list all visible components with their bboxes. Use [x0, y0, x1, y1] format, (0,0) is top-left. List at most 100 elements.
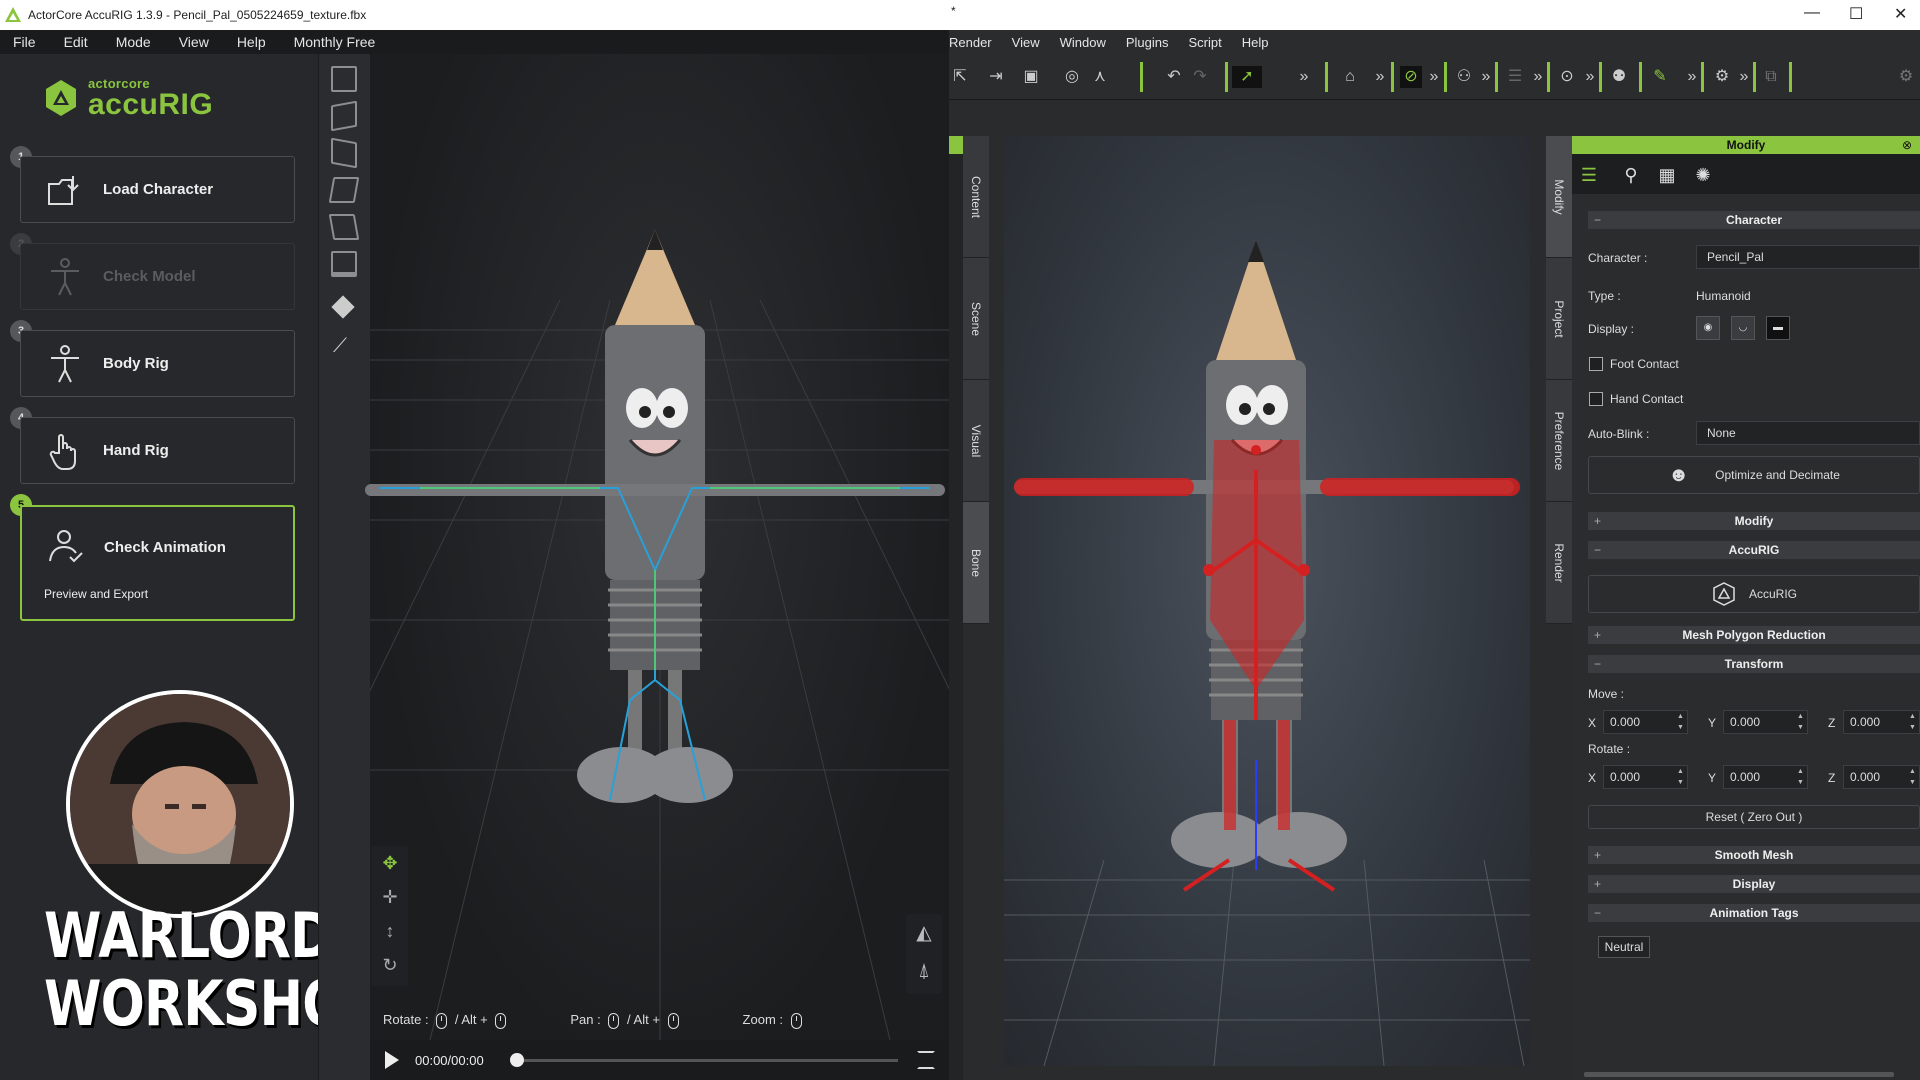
play-circle-icon[interactable]: ⊙	[1556, 66, 1578, 88]
sliders-icon[interactable]: ☰	[1578, 164, 1600, 186]
motion-figure-icon[interactable]: ⚲	[1620, 164, 1642, 186]
panel-horizontal-scrollbar[interactable]	[1584, 1072, 1894, 1077]
section-display[interactable]: + Display	[1588, 875, 1920, 893]
menu-render[interactable]: Render	[949, 35, 1002, 50]
mirror-icon[interactable]: ◭	[906, 914, 942, 952]
menu-help[interactable]: Help	[223, 34, 280, 50]
move-z-field[interactable]: 0.000	[1843, 710, 1920, 734]
pose-icon[interactable]: ⍋	[906, 952, 942, 990]
section-transform[interactable]: − Transform	[1588, 655, 1920, 673]
tab-modify[interactable]: Modify	[1546, 136, 1572, 258]
home-icon[interactable]: ⌂	[1339, 66, 1361, 88]
list-icon[interactable]: ☰	[1504, 66, 1526, 88]
timeline-knob[interactable]	[510, 1053, 524, 1067]
more-icon[interactable]: »	[1527, 66, 1549, 88]
gear-icon[interactable]: ⚙	[1895, 66, 1917, 88]
reset-view-icon[interactable]: ↻	[372, 948, 408, 982]
play-icon[interactable]	[385, 1051, 399, 1069]
menu-script[interactable]: Script	[1178, 35, 1231, 50]
menu-mode[interactable]: Mode	[102, 34, 165, 50]
collapse-icon[interactable]: −	[1594, 904, 1601, 922]
people-icon[interactable]: ⚉	[1608, 66, 1630, 88]
menu-monthly-free[interactable]: Monthly Free	[280, 34, 390, 50]
maximize-icon[interactable]: ☐	[1849, 4, 1863, 24]
display-eye-icon[interactable]: ◉	[1696, 316, 1720, 340]
tab-content[interactable]: Content	[963, 136, 989, 258]
screenshot-icon[interactable]: ▣	[1020, 66, 1042, 88]
tab-project[interactable]: Project	[1546, 258, 1572, 380]
view-bottom-icon[interactable]	[328, 214, 360, 240]
menu-window[interactable]: Window	[1050, 35, 1116, 50]
rotate-z-field[interactable]: 0.000	[1843, 765, 1920, 789]
step-body-rig[interactable]: Body Rig	[20, 330, 295, 397]
foot-contact-checkbox[interactable]	[1589, 357, 1603, 371]
motion-icon[interactable]: ✎	[1649, 66, 1671, 88]
view-top-icon[interactable]	[328, 177, 360, 203]
menu-view[interactable]: View	[1002, 35, 1050, 50]
collapse-icon[interactable]: −	[1594, 541, 1601, 559]
orbit-tool-icon[interactable]: ✥	[372, 846, 408, 880]
clone-icon[interactable]: ⧉	[1760, 66, 1782, 88]
tab-visual[interactable]: Visual	[963, 380, 989, 502]
expand-icon[interactable]: +	[1594, 875, 1601, 893]
tab-preference[interactable]: Preference	[1546, 380, 1572, 502]
display-mesh-icon[interactable]: ◡	[1731, 316, 1755, 340]
timeline-track[interactable]	[518, 1059, 898, 1062]
undo-icon[interactable]: ↶	[1163, 66, 1185, 88]
step-hand-rig[interactable]: Hand Rig	[20, 417, 295, 484]
bone-tool-icon[interactable]: ⟋	[333, 336, 353, 356]
more-icon[interactable]: »	[1293, 66, 1315, 88]
view-left-icon[interactable]	[331, 100, 357, 132]
tab-bone[interactable]: Bone	[963, 502, 989, 624]
more-icon[interactable]: »	[1681, 66, 1703, 88]
select-arrow-icon[interactable]: ➚	[1232, 66, 1262, 88]
more-icon[interactable]: »	[1579, 66, 1601, 88]
group-icon[interactable]: ⚇	[1453, 66, 1475, 88]
expand-icon[interactable]: +	[1594, 846, 1601, 864]
bone-select-icon[interactable]: ⊘	[1400, 66, 1422, 88]
hand-contact-checkbox[interactable]	[1589, 392, 1603, 406]
move-x-field[interactable]: 0.000	[1603, 710, 1688, 734]
tab-scene[interactable]: Scene	[963, 258, 989, 380]
panel-close-icon[interactable]: ⊗	[1902, 136, 1912, 154]
collapse-icon[interactable]: −	[1594, 655, 1601, 673]
section-mesh-reduction[interactable]: + Mesh Polygon Reduction	[1588, 626, 1920, 644]
expand-icon[interactable]: +	[1594, 626, 1601, 644]
more-icon[interactable]: »	[1423, 66, 1445, 88]
redo-icon[interactable]: ↷	[1189, 66, 1211, 88]
minimize-icon[interactable]: —	[1804, 4, 1820, 22]
close-icon[interactable]: ✕	[1894, 4, 1907, 24]
character-name-field[interactable]: Pencil_Pal	[1696, 245, 1920, 269]
export-icon[interactable]: ⇱	[949, 66, 971, 88]
fullscreen-icon[interactable]	[917, 1051, 935, 1069]
pose-tool-icon[interactable]: ⋏	[1089, 66, 1111, 88]
view-front-icon[interactable]	[331, 66, 357, 92]
autoblink-select[interactable]: None	[1696, 421, 1920, 445]
menu-view[interactable]: View	[165, 34, 223, 50]
view-back-icon[interactable]	[331, 251, 357, 277]
reset-zero-out-button[interactable]: Reset ( Zero Out )	[1588, 805, 1920, 829]
more-icon[interactable]: »	[1733, 66, 1755, 88]
more-icon[interactable]: »	[1475, 66, 1497, 88]
vertical-move-icon[interactable]: ↕	[372, 914, 408, 948]
section-animation-tags[interactable]: − Animation Tags	[1588, 904, 1920, 922]
expand-icon[interactable]: +	[1594, 512, 1601, 530]
render-icon[interactable]: ⚙	[1711, 66, 1733, 88]
import-icon[interactable]: ⇥	[985, 66, 1007, 88]
section-character[interactable]: − Character	[1588, 211, 1920, 229]
display-solid-icon[interactable]: ▬	[1766, 316, 1790, 340]
target-icon[interactable]: ◎	[1061, 66, 1083, 88]
step-check-animation[interactable]: Check Animation Preview and Export	[20, 505, 295, 621]
rotate-y-field[interactable]: 0.000	[1723, 765, 1808, 789]
more-icon[interactable]: »	[1369, 66, 1391, 88]
menu-plugins[interactable]: Plugins	[1116, 35, 1179, 50]
collapse-icon[interactable]: −	[1594, 211, 1601, 229]
checker-icon[interactable]: ▦	[1656, 164, 1678, 186]
tag-neutral[interactable]: Neutral	[1598, 936, 1650, 958]
move-tool-icon[interactable]: ✛	[372, 880, 408, 914]
section-accurig[interactable]: − AccuRIG	[1588, 541, 1920, 559]
view-right-icon[interactable]	[331, 137, 357, 169]
menu-file[interactable]: File	[0, 34, 50, 50]
step-load-character[interactable]: Load Character	[20, 156, 295, 223]
menu-edit[interactable]: Edit	[50, 34, 102, 50]
